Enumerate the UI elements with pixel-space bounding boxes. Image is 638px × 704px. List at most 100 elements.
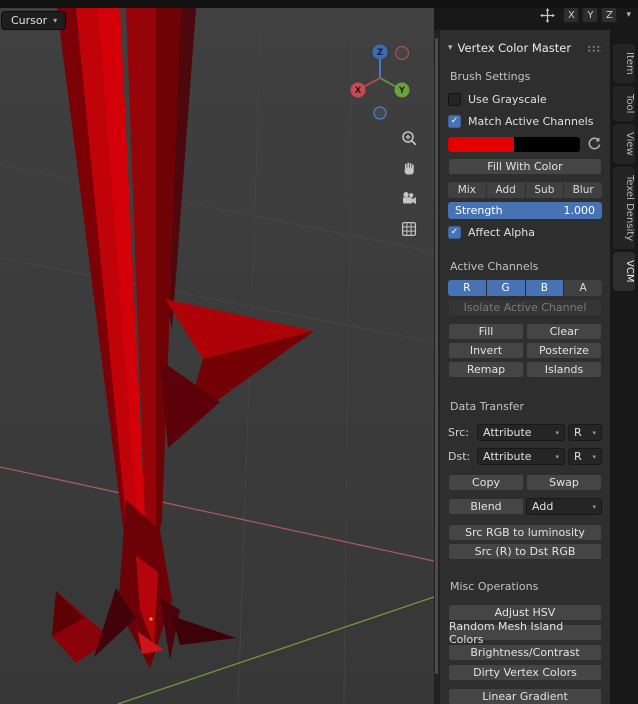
swap-colors-icon[interactable] [586, 136, 602, 152]
dropdown-value: R [574, 426, 582, 439]
misc-operations-label: Misc Operations [450, 580, 539, 593]
zoom-icon [402, 131, 417, 146]
tab-texel-density[interactable]: Texel Density [613, 166, 635, 250]
dst-row: Dst: Attribute ▾ R ▾ [448, 448, 602, 465]
tab-item[interactable]: Item [613, 44, 635, 83]
chevron-down-icon[interactable]: ▾ [626, 10, 631, 20]
chevron-down-icon: ▾ [448, 43, 453, 53]
chevron-down-icon: ▾ [555, 428, 559, 437]
camera-view-button[interactable] [400, 189, 418, 207]
swap-button[interactable]: Swap [526, 474, 602, 491]
camera-icon [403, 192, 416, 205]
channel-ops-row-2: Invert Posterize [448, 342, 602, 359]
channel-a-button[interactable]: A [564, 280, 602, 296]
use-grayscale-checkbox[interactable]: Use Grayscale [448, 91, 602, 107]
grid-icon [401, 221, 417, 237]
remap-button[interactable]: Remap [448, 361, 524, 378]
checkbox-box[interactable] [448, 92, 461, 106]
channel-ops-row-3: Remap Islands [448, 361, 602, 378]
clear-button[interactable]: Clear [526, 323, 602, 340]
cursor-dropdown[interactable]: Cursor ▾ [1, 11, 67, 30]
tab-vcm[interactable]: VCM [613, 252, 635, 291]
blend-mix-button[interactable]: Mix [448, 182, 486, 198]
src-attribute-dropdown[interactable]: Attribute ▾ [477, 424, 565, 441]
blend-sub-button[interactable]: Sub [525, 182, 564, 198]
brightness-contrast-button[interactable]: Brightness/Contrast [448, 644, 602, 661]
checkbox-label: Use Grayscale [468, 92, 547, 106]
linear-gradient-button[interactable]: Linear Gradient [448, 688, 602, 704]
chevron-down-icon: ▾ [53, 16, 58, 25]
channel-g-button[interactable]: G [486, 280, 525, 296]
hand-icon [404, 162, 414, 175]
random-mesh-island-colors-button[interactable]: Random Mesh Island Colors [448, 620, 602, 646]
tab-tool[interactable]: Tool [613, 85, 635, 122]
dropdown-value: Attribute [483, 450, 532, 463]
dirty-vertex-colors-button[interactable]: Dirty Vertex Colors [448, 664, 602, 681]
src-channel-dropdown[interactable]: R ▾ [568, 424, 602, 441]
posterize-button[interactable]: Posterize [526, 342, 602, 359]
channel-ops-row-1: Fill Clear [448, 323, 602, 340]
blend-add-button[interactable]: Add [486, 182, 525, 198]
invert-button[interactable]: Invert [448, 342, 524, 359]
viewport-3d[interactable]: Z X Y Cursor ▾ [0, 0, 434, 704]
blend-mode-dropdown[interactable]: Add ▾ [526, 498, 602, 515]
src-row: Src: Attribute ▾ R ▾ [448, 424, 602, 441]
checkbox-box[interactable]: ✓ [448, 114, 461, 128]
pan-button[interactable] [400, 159, 418, 177]
active-channels-label: Active Channels [450, 260, 539, 273]
checkbox-box[interactable]: ✓ [448, 225, 461, 239]
gizmo-neg-axis-ball[interactable] [394, 45, 410, 61]
checkbox-label: Match Active Channels [468, 114, 594, 128]
src-rgb-luminosity-button[interactable]: Src RGB to luminosity [448, 524, 602, 541]
panel-title: Vertex Color Master [457, 41, 572, 55]
fill-button[interactable]: Fill [448, 323, 524, 340]
dropdown-value: Add [532, 500, 554, 513]
strength-slider[interactable]: Strength 1.000 [448, 202, 602, 219]
strength-label: Strength [455, 204, 503, 217]
src-r-to-dst-rgb-button[interactable]: Src (R) to Dst RGB [448, 543, 602, 560]
blend-mode-buttons: Mix Add Sub Blur [448, 182, 602, 198]
gizmo-x-label: X [355, 86, 362, 96]
dropdown-value: R [574, 450, 582, 463]
copy-swap-row: Copy Swap [448, 474, 602, 491]
blend-row: Blend Add ▾ [448, 498, 602, 515]
gizmo-camera-sphere[interactable] [373, 106, 387, 120]
panel-header[interactable]: ▾ Vertex Color Master [448, 38, 602, 58]
zoom-button[interactable] [400, 129, 418, 147]
dst-attribute-dropdown[interactable]: Attribute ▾ [477, 448, 565, 465]
adjust-hsv-button[interactable]: Adjust HSV [448, 604, 602, 621]
chevron-down-icon: ▾ [592, 502, 596, 511]
islands-button[interactable]: Islands [526, 361, 602, 378]
scrollbar-thumb[interactable] [435, 38, 438, 674]
gizmo-y-label: Y [398, 86, 406, 96]
channel-r-button[interactable]: R [448, 280, 486, 296]
dst-channel-dropdown[interactable]: R ▾ [568, 448, 602, 465]
axis-toggle-z[interactable]: Z [601, 7, 618, 23]
isolate-active-channel-button[interactable]: Isolate Active Channel [448, 299, 602, 316]
strength-value: 1.000 [563, 204, 596, 217]
blend-blur-button[interactable]: Blur [564, 182, 602, 198]
match-active-channels-checkbox[interactable]: ✓ Match Active Channels [448, 113, 602, 129]
axis-toggle-y[interactable]: Y [582, 7, 599, 23]
checkbox-label: Affect Alpha [468, 225, 536, 239]
axis-toggle-x[interactable]: X [563, 7, 580, 23]
data-transfer-label: Data Transfer [450, 400, 524, 413]
copy-button[interactable]: Copy [448, 474, 524, 491]
affect-alpha-checkbox[interactable]: ✓ Affect Alpha [448, 224, 602, 240]
move-crosshair-icon[interactable] [540, 7, 556, 23]
fill-with-color-button[interactable]: Fill With Color [448, 158, 602, 175]
brush-colors-row [448, 136, 602, 152]
ortho-toggle-button[interactable] [400, 220, 418, 238]
top-edge-strip [0, 0, 638, 8]
channel-b-button[interactable]: B [525, 280, 564, 296]
chevron-down-icon: ▾ [555, 452, 559, 461]
blend-button[interactable]: Blend [448, 498, 524, 515]
secondary-color-swatch[interactable] [514, 136, 580, 152]
navigation-gizmo[interactable]: Z X Y [350, 40, 410, 122]
sidebar-tabs: Item Tool View Texel Density VCM [610, 30, 638, 704]
tab-view[interactable]: View [613, 124, 635, 164]
channel-buttons: R G B A [448, 280, 602, 296]
panel-drag-grip[interactable] [587, 44, 602, 52]
primary-color-swatch[interactable] [448, 136, 514, 152]
chevron-down-icon: ▾ [592, 452, 596, 461]
